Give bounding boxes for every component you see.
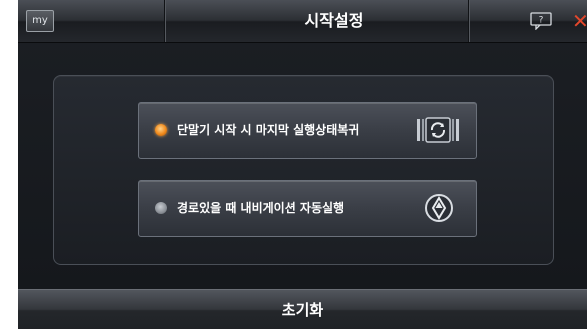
- option-auto-nav-label: 경로있을 때 내비게이션 자동실행: [177, 201, 345, 215]
- radio-selected-icon[interactable]: [155, 124, 167, 136]
- resume-refresh-icon: [417, 117, 459, 143]
- start-settings-screen: my 시작설정 ? ✕ 단말기 시작 시 마지막 실행상태복귀 경로있을 때 내…: [18, 0, 587, 329]
- option-auto-navigation[interactable]: 경로있을 때 내비게이션 자동실행: [138, 180, 477, 237]
- reset-button[interactable]: 초기화: [18, 289, 587, 329]
- title-bar: my 시작설정 ? ✕: [18, 0, 587, 43]
- reset-label: 초기화: [281, 301, 324, 319]
- title-separator-left: [164, 0, 165, 42]
- svg-text:?: ?: [539, 16, 544, 26]
- option-resume-last-state[interactable]: 단말기 시작 시 마지막 실행상태복귀: [138, 102, 477, 159]
- option-resume-label: 단말기 시작 시 마지막 실행상태복귀: [177, 123, 360, 137]
- title-separator-right: [468, 0, 469, 42]
- radio-unselected-icon[interactable]: [155, 202, 167, 214]
- page-title: 시작설정: [304, 11, 364, 30]
- help-question-icon[interactable]: ?: [530, 12, 552, 30]
- navigation-compass-icon: [425, 194, 453, 222]
- my-button[interactable]: my: [26, 10, 54, 32]
- close-icon[interactable]: ✕: [572, 11, 587, 31]
